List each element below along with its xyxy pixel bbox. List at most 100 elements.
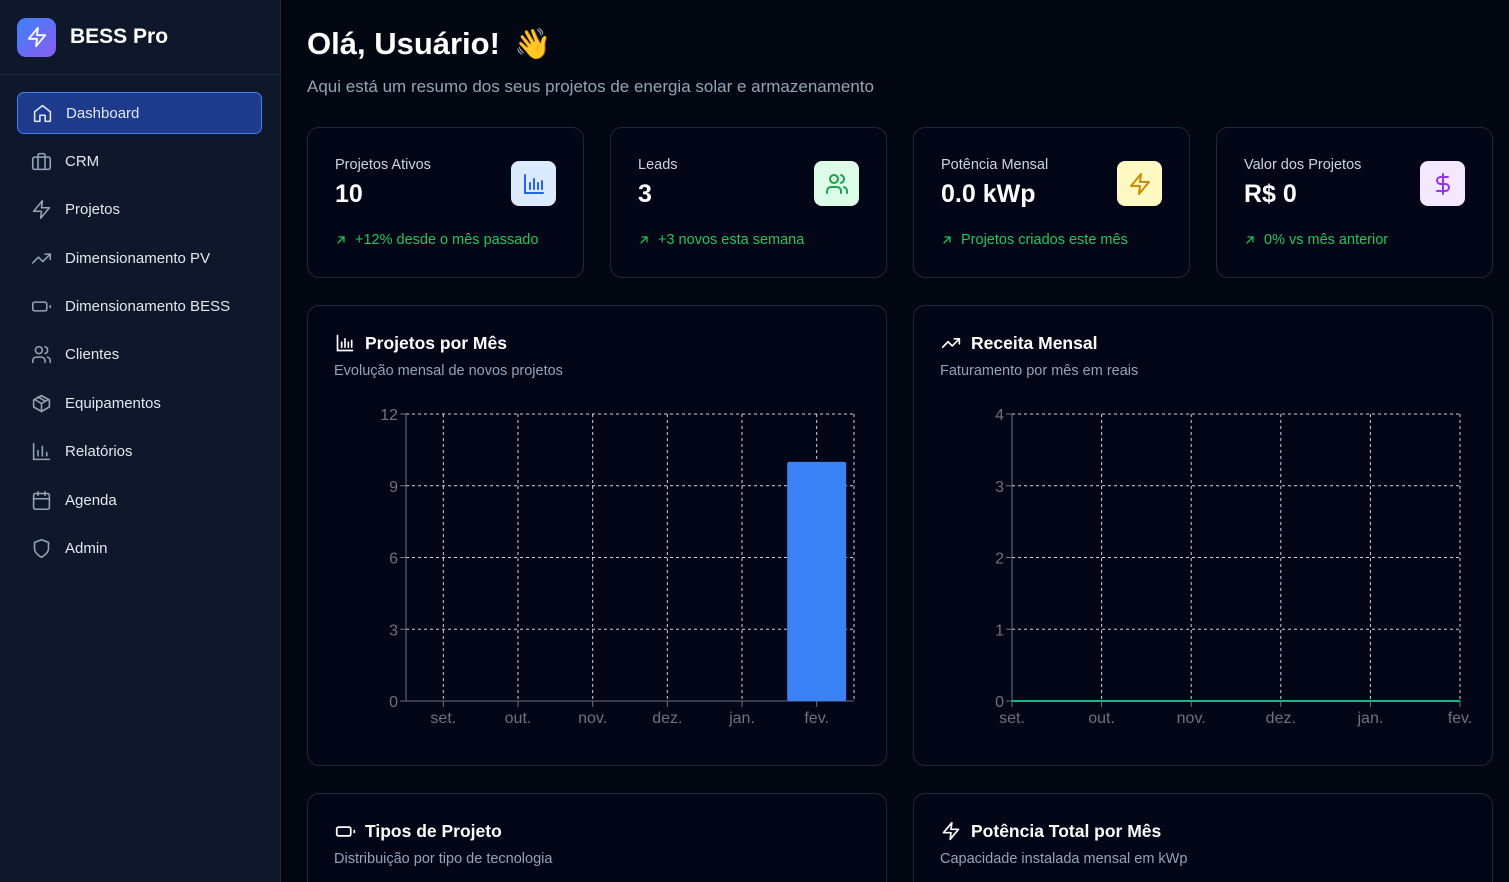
x-tick-label: set.	[430, 710, 456, 727]
package-icon	[30, 392, 52, 414]
x-tick-label: set.	[999, 710, 1025, 727]
stat-label: Leads	[638, 157, 678, 173]
sidebar-item-label: Dashboard	[66, 104, 140, 122]
y-tick-label: 9	[389, 479, 398, 496]
page-title: Olá, Usuário! 👋	[307, 26, 551, 62]
y-tick-label: 3	[389, 622, 398, 639]
sidebar-item-label: Projetos	[65, 201, 121, 219]
briefcase-icon	[30, 150, 52, 172]
stat-card-projetos-ativos: Projetos Ativos 10 +12% desde o mês pass…	[307, 127, 584, 278]
chart-card-tipos-de-projeto: Tipos de Projeto Distribuição por tipo d…	[307, 793, 887, 882]
zap-icon	[17, 17, 56, 57]
trending-up-icon	[30, 247, 52, 269]
stat-trend-text: Projetos criados este mês	[961, 232, 1128, 248]
chart-subtitle: Distribuição por tipo de tecnologia	[334, 851, 553, 867]
zap-icon	[940, 820, 962, 842]
projetos-bar-chart: 0 3 6 9 12 set. out. nov. dez. jan. fev.	[380, 407, 855, 727]
sidebar-item-projetos[interactable]: Projetos	[17, 189, 262, 231]
sidebar-item-dimensionamento-pv[interactable]: Dimensionamento PV	[17, 237, 262, 279]
stat-trend-text: 0% vs mês anterior	[1264, 232, 1389, 248]
bar-chart-icon	[511, 161, 556, 206]
home-icon	[31, 102, 53, 124]
sidebar-item-crm[interactable]: CRM	[17, 140, 262, 182]
chart-subtitle: Capacidade instalada mensal em kWp	[940, 851, 1188, 867]
y-tick-label: 6	[389, 551, 398, 568]
y-tick-label: 0	[995, 694, 1004, 711]
x-tick-label: dez.	[652, 710, 682, 727]
y-tick-label: 12	[380, 407, 398, 424]
sidebar-item-agenda[interactable]: Agenda	[17, 479, 262, 521]
battery-icon	[30, 296, 52, 318]
x-tick-label: out.	[505, 710, 532, 727]
users-icon	[814, 161, 859, 206]
sidebar-item-dimensionamento-bess[interactable]: Dimensionamento BESS	[17, 286, 262, 328]
arrow-up-right-icon	[1244, 234, 1256, 246]
brand-header[interactable]: BESS Pro	[0, 0, 280, 75]
x-tick-label: nov.	[578, 710, 607, 727]
y-tick-label: 1	[995, 622, 1004, 639]
stat-card-potencia-mensal: Potência Mensal 0.0 kWp Projetos criados…	[913, 127, 1190, 278]
battery-icon	[334, 820, 356, 842]
stat-trend-text: +3 novos esta semana	[658, 232, 805, 248]
sidebar-item-label: Clientes	[65, 346, 120, 364]
stat-label: Valor dos Projetos	[1244, 157, 1362, 173]
arrow-up-right-icon	[638, 234, 650, 246]
sidebar-item-label: Admin	[65, 540, 108, 558]
chart-card-projetos-por-mes: Projetos por Mês Evolução mensal de novo…	[307, 305, 887, 766]
shield-icon	[30, 538, 52, 560]
chart-title-text: Tipos de Projeto	[365, 820, 502, 841]
main-content: Olá, Usuário! 👋 Aqui está um resumo dos …	[281, 0, 1509, 882]
sidebar-item-label: Dimensionamento BESS	[65, 298, 231, 316]
chart-title: Potência Total por Mês	[940, 820, 1161, 842]
sidebar-item-dashboard[interactable]: Dashboard	[17, 92, 262, 134]
x-tick-label: fev.	[804, 710, 829, 727]
page-subtitle: Aqui está um resumo dos seus projetos de…	[307, 77, 874, 96]
sidebar-item-relatorios[interactable]: Relatórios	[17, 431, 262, 473]
bar-chart-icon	[30, 441, 52, 463]
y-tick-label: 3	[995, 479, 1004, 496]
sidebar-item-admin[interactable]: Admin	[17, 528, 262, 570]
stat-label: Potência Mensal	[941, 157, 1049, 173]
stat-value: 3	[638, 180, 652, 208]
stat-value: R$ 0	[1244, 180, 1297, 208]
x-tick-label: dez.	[1266, 710, 1296, 727]
y-tick-label: 2	[995, 551, 1004, 568]
stat-trend: +3 novos esta semana	[638, 232, 804, 248]
calendar-icon	[30, 489, 52, 511]
arrow-up-right-icon	[335, 234, 347, 246]
x-tick-label: out.	[1088, 710, 1115, 727]
dollar-icon	[1420, 161, 1465, 206]
sidebar-item-clientes[interactable]: Clientes	[17, 334, 262, 376]
sidebar-item-label: CRM	[65, 152, 100, 170]
x-tick-label: jan.	[1357, 710, 1384, 727]
stat-trend: +12% desde o mês passado	[335, 232, 538, 248]
stat-value: 0.0 kWp	[941, 180, 1036, 208]
zap-icon	[30, 199, 52, 221]
sidebar-item-label: Agenda	[65, 491, 117, 509]
sidebar-item-label: Dimensionamento PV	[65, 249, 211, 267]
y-tick-label: 0	[389, 694, 398, 711]
stat-trend: Projetos criados este mês	[941, 232, 1128, 248]
zap-icon	[1117, 161, 1162, 206]
users-icon	[30, 344, 52, 366]
y-tick-label: 4	[995, 407, 1004, 424]
waving-hand-icon: 👋	[513, 27, 552, 61]
chart-card-receita-mensal: Receita Mensal Faturamento por mês em re…	[913, 305, 1493, 766]
sidebar-item-label: Equipamentos	[65, 394, 161, 412]
stat-trend-text: +12% desde o mês passado	[355, 232, 539, 248]
sidebar: BESS Pro Dashboard CRM Projetos Dimensio…	[0, 0, 281, 882]
x-tick-label: jan.	[728, 710, 755, 727]
sidebar-item-equipamentos[interactable]: Equipamentos	[17, 382, 262, 424]
stat-card-leads: Leads 3 +3 novos esta semana	[610, 127, 887, 278]
stat-card-valor-projetos: Valor dos Projetos R$ 0 0% vs mês anteri…	[1216, 127, 1493, 278]
x-tick-label: fev.	[1448, 710, 1473, 727]
app-name: BESS Pro	[70, 25, 169, 48]
stat-label: Projetos Ativos	[335, 157, 431, 173]
chart-title: Tipos de Projeto	[334, 820, 502, 842]
arrow-up-right-icon	[941, 234, 953, 246]
stat-trend: 0% vs mês anterior	[1244, 232, 1388, 248]
stat-value: 10	[335, 180, 363, 208]
bar	[787, 461, 847, 701]
chart-card-potencia-total: Potência Total por Mês Capacidade instal…	[913, 793, 1493, 882]
sidebar-nav: Dashboard CRM Projetos Dimensionamento P…	[17, 92, 262, 576]
